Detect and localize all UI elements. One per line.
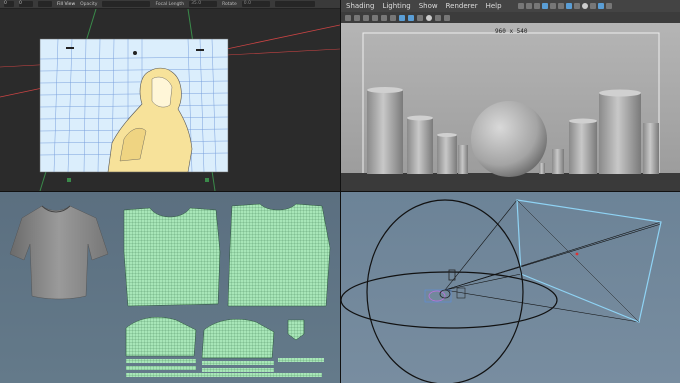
render-scene bbox=[341, 23, 680, 191]
tool-icon[interactable] bbox=[363, 14, 369, 21]
frame-icon[interactable] bbox=[549, 3, 556, 9]
toolbar-field[interactable]: 0 bbox=[19, 1, 33, 7]
image-plane-canvas bbox=[0, 9, 340, 191]
storyboard-sketch bbox=[39, 38, 229, 173]
tool-icon[interactable] bbox=[435, 14, 441, 21]
sphere-icon[interactable] bbox=[581, 3, 588, 9]
tool-icon[interactable] bbox=[444, 14, 450, 21]
image-plane-toolbar: 0 0 Fill View Opacity Focal Length 35.0 … bbox=[0, 0, 340, 9]
cylinder bbox=[599, 89, 641, 174]
focal-length-field[interactable]: 35.0 bbox=[189, 1, 218, 7]
camera-far-plane[interactable] bbox=[516, 199, 662, 323]
camera-icon[interactable] bbox=[541, 3, 548, 9]
xray-icon[interactable] bbox=[573, 3, 580, 9]
menu-renderer[interactable]: Renderer bbox=[446, 2, 478, 10]
texture-icon[interactable] bbox=[589, 3, 596, 9]
tool-icon[interactable] bbox=[408, 14, 414, 21]
tool-icon[interactable] bbox=[426, 14, 432, 21]
tool-icon[interactable] bbox=[372, 14, 378, 21]
toolbar-field[interactable] bbox=[274, 1, 315, 7]
cylinder bbox=[643, 123, 659, 174]
panel-menubar: Shading Lighting Show Renderer Help bbox=[341, 0, 680, 12]
uv-shell-sleeve[interactable] bbox=[201, 319, 275, 359]
select-icon[interactable] bbox=[517, 3, 524, 9]
panel-toolbar bbox=[341, 12, 680, 23]
camera-frustum-lines bbox=[444, 199, 662, 323]
tool-icon[interactable] bbox=[381, 14, 387, 21]
camera-scene bbox=[341, 199, 662, 383]
cylinder bbox=[437, 133, 457, 174]
tshirt-model[interactable] bbox=[9, 205, 109, 300]
render-viewport[interactable]: Shading Lighting Show Renderer Help 960 … bbox=[341, 0, 680, 191]
grid-icon[interactable] bbox=[525, 3, 532, 9]
menu-lighting[interactable]: Lighting bbox=[382, 2, 410, 10]
tool-icon[interactable] bbox=[417, 14, 423, 21]
rotate-field[interactable]: 0.0 bbox=[241, 1, 270, 7]
uv-shell-strip[interactable] bbox=[126, 358, 324, 377]
menu-show[interactable]: Show bbox=[419, 2, 438, 10]
light-icon[interactable] bbox=[557, 3, 564, 9]
tool-icon[interactable] bbox=[390, 14, 396, 21]
panel-icon-strip bbox=[517, 3, 612, 9]
menu-shading[interactable]: Shading bbox=[346, 2, 374, 10]
image-plane-viewport[interactable]: 0 0 Fill View Opacity Focal Length 35.0 … bbox=[0, 0, 340, 191]
cylinder bbox=[552, 149, 564, 174]
cylinder bbox=[407, 115, 433, 174]
toolbar-field[interactable]: 0 bbox=[4, 1, 14, 7]
cylinder bbox=[569, 118, 597, 174]
toolbar-field[interactable] bbox=[38, 1, 52, 7]
cylinder bbox=[458, 145, 468, 174]
tool-icon[interactable] bbox=[399, 14, 405, 21]
resolution-icon[interactable] bbox=[605, 3, 612, 9]
opacity-label: Opacity bbox=[80, 1, 98, 7]
gate-icon[interactable] bbox=[597, 3, 604, 9]
uv-canvas bbox=[9, 203, 331, 377]
sphere bbox=[471, 101, 547, 177]
fit-dropdown[interactable]: Fill View bbox=[57, 2, 75, 7]
focal-length-label: Focal Length bbox=[155, 1, 185, 7]
uv-shell-front[interactable] bbox=[123, 207, 221, 307]
rotate-label: Rotate bbox=[222, 1, 237, 7]
uv-shell-sleeve[interactable] bbox=[125, 317, 197, 357]
cylinder bbox=[367, 87, 403, 174]
menu-help[interactable]: Help bbox=[486, 2, 502, 10]
uv-shell-back[interactable] bbox=[227, 203, 331, 307]
tool-icon[interactable] bbox=[345, 14, 351, 21]
tool-icon[interactable] bbox=[354, 14, 360, 21]
camera-viewport[interactable] bbox=[341, 192, 680, 383]
resolution-gate-label: 960 x 540 bbox=[495, 28, 528, 35]
opacity-slider[interactable] bbox=[102, 1, 151, 7]
shading-icon[interactable] bbox=[533, 3, 540, 9]
uv-layout-viewport[interactable] bbox=[0, 192, 340, 383]
panel-divider[interactable] bbox=[0, 191, 680, 192]
uv-shell-pocket[interactable] bbox=[287, 319, 305, 341]
isolate-icon[interactable] bbox=[565, 3, 572, 9]
